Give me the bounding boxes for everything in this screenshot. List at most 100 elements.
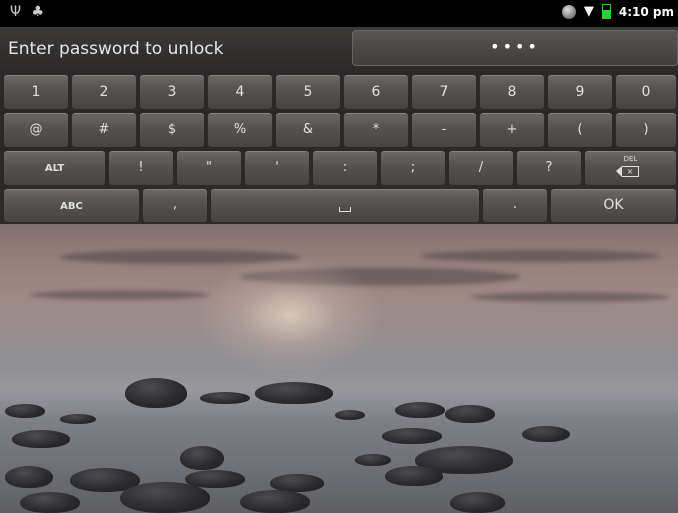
- key-label: #: [98, 122, 110, 137]
- abc-key[interactable]: ABC: [3, 188, 140, 223]
- key-label: 6: [371, 84, 381, 100]
- wallpaper-rock: [335, 410, 365, 420]
- wallpaper-rock: [382, 428, 442, 444]
- wallpaper-rock: [60, 414, 96, 424]
- lock-screen: Ψ ♣ ▼ 4:10 pm Enter password to unlock •…: [0, 0, 678, 513]
- key-apostrophe[interactable]: ': [244, 150, 310, 186]
- key-label: ;: [410, 160, 416, 175]
- wallpaper-rock: [240, 490, 310, 513]
- key-label: 3: [167, 84, 177, 100]
- key-9[interactable]: 9: [547, 74, 613, 110]
- wallpaper-rock: [5, 404, 45, 418]
- wifi-icon: ▼: [583, 4, 594, 19]
- key-label: ): [643, 122, 649, 137]
- key-at[interactable]: @: [3, 112, 69, 148]
- key-semicolon[interactable]: ;: [380, 150, 446, 186]
- wallpaper-rock: [355, 454, 391, 466]
- key-label: OK: [603, 197, 624, 213]
- key-label: .: [512, 197, 518, 212]
- key-label: 4: [235, 84, 245, 100]
- wallpaper-rock: [180, 446, 224, 470]
- key-slash[interactable]: /: [448, 150, 514, 186]
- wallpaper-rock: [385, 466, 443, 486]
- wallpaper-rock: [12, 430, 70, 448]
- key-label: %: [233, 122, 247, 137]
- key-label: 8: [507, 84, 517, 100]
- wallpaper-rock: [522, 426, 570, 442]
- key-label: (: [577, 122, 583, 137]
- key-label: /: [478, 160, 484, 175]
- key-label: 5: [303, 84, 313, 100]
- key-label: ABC: [60, 201, 83, 212]
- key-3[interactable]: 3: [139, 74, 205, 110]
- key-label: :: [342, 160, 348, 175]
- key-dollar[interactable]: $: [139, 112, 205, 148]
- wallpaper-cloud: [470, 292, 670, 302]
- delete-key-label: DEL: [623, 155, 638, 163]
- wallpaper-rock: [5, 466, 53, 488]
- key-label: @: [29, 122, 43, 137]
- key-label: 1: [31, 84, 41, 100]
- key-label: !: [138, 160, 144, 175]
- globe-icon: [561, 4, 576, 19]
- usb-icon: Ψ: [10, 4, 22, 20]
- wallpaper-rock: [200, 392, 250, 404]
- key-label: &: [302, 122, 314, 137]
- backspace-icon: DEL ×: [585, 155, 676, 177]
- wallpaper-rock: [445, 405, 495, 423]
- status-right-icons: ▼ 4:10 pm: [561, 4, 674, 19]
- key-comma[interactable]: ,: [142, 188, 208, 223]
- key-label: $: [167, 122, 177, 137]
- key-close-paren[interactable]: ): [615, 112, 677, 148]
- key-double-quote[interactable]: ": [176, 150, 242, 186]
- password-field[interactable]: ••••: [352, 30, 678, 66]
- alt-key[interactable]: ALT: [3, 150, 106, 186]
- key-label: ': [275, 160, 279, 175]
- key-label: 9: [575, 84, 585, 100]
- wallpaper-rock: [395, 402, 445, 418]
- key-1[interactable]: 1: [3, 74, 69, 110]
- symbols-keyboard: 1 2 3 4 5 6 7 8 9 0 @ # $ % & * - + ( ) …: [0, 71, 678, 224]
- key-percent[interactable]: %: [207, 112, 273, 148]
- key-label: 2: [99, 84, 109, 100]
- key-label: *: [372, 122, 380, 137]
- ok-key[interactable]: OK: [550, 188, 677, 223]
- wallpaper-cloud: [420, 250, 660, 262]
- key-2[interactable]: 2: [71, 74, 137, 110]
- key-0[interactable]: 0: [615, 74, 677, 110]
- delete-key[interactable]: DEL ×: [584, 150, 677, 186]
- status-clock: 4:10 pm: [618, 4, 674, 19]
- password-row: Enter password to unlock ••••: [0, 27, 678, 71]
- key-4[interactable]: 4: [207, 74, 273, 110]
- key-minus[interactable]: -: [411, 112, 477, 148]
- key-question[interactable]: ?: [516, 150, 582, 186]
- key-open-paren[interactable]: (: [547, 112, 613, 148]
- key-asterisk[interactable]: *: [343, 112, 409, 148]
- key-hash[interactable]: #: [71, 112, 137, 148]
- key-label: 7: [439, 84, 449, 100]
- wallpaper-rock: [120, 482, 210, 513]
- key-colon[interactable]: :: [312, 150, 378, 186]
- key-period[interactable]: .: [482, 188, 548, 223]
- wallpaper-sun: [200, 260, 380, 370]
- key-label: -: [441, 122, 447, 137]
- wallpaper-rock: [20, 492, 80, 513]
- battery-icon: [601, 4, 611, 19]
- key-ampersand[interactable]: &: [275, 112, 341, 148]
- space-icon: [339, 207, 351, 212]
- wallpaper-rock: [125, 378, 187, 408]
- key-label: ?: [545, 160, 553, 175]
- wallpaper-cloud: [30, 290, 210, 300]
- key-label: ,: [172, 197, 178, 212]
- backspace-glyph: ×: [616, 166, 639, 177]
- key-5[interactable]: 5: [275, 74, 341, 110]
- key-plus[interactable]: +: [479, 112, 545, 148]
- key-exclamation[interactable]: !: [108, 150, 174, 186]
- status-left-icons: Ψ ♣: [10, 4, 44, 20]
- unlock-prompt: Enter password to unlock: [8, 39, 224, 59]
- key-8[interactable]: 8: [479, 74, 545, 110]
- key-7[interactable]: 7: [411, 74, 477, 110]
- status-bar: Ψ ♣ ▼ 4:10 pm: [0, 0, 678, 27]
- key-6[interactable]: 6: [343, 74, 409, 110]
- space-key[interactable]: [210, 188, 480, 223]
